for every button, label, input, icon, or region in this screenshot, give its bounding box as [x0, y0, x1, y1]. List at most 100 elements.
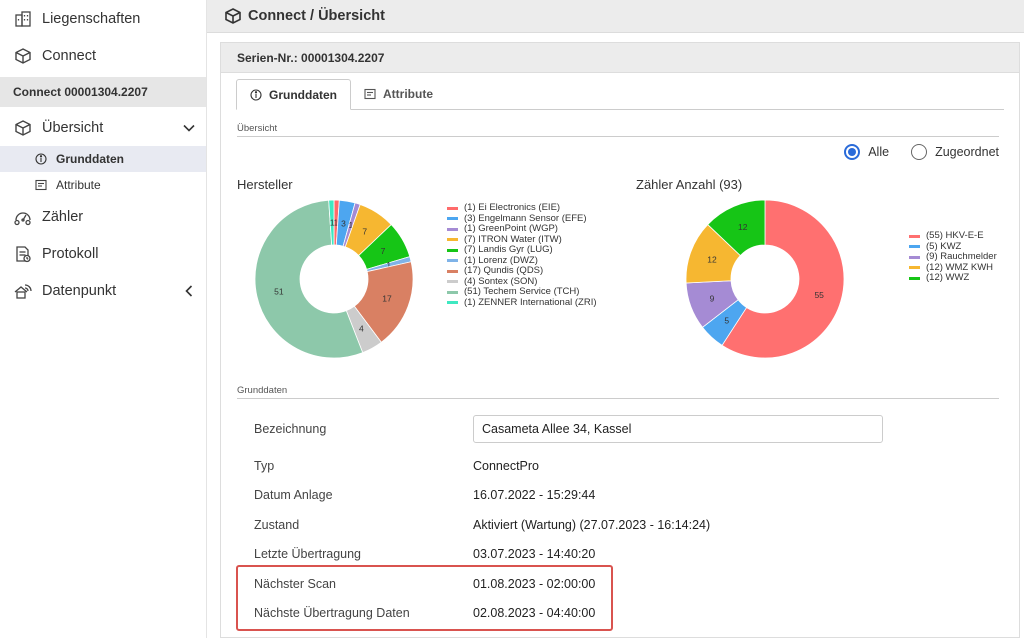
zustand-value: Aktiviert (Wartung) (27.07.2023 - 16:14:… — [473, 518, 711, 532]
nav-datenpunkt[interactable]: Datenpunkt — [0, 272, 206, 309]
tab-attribute[interactable]: Attribute — [351, 78, 446, 109]
sidebar: Liegenschaften Connect Connect 00001304.… — [0, 0, 207, 638]
nav-label: Datenpunkt — [42, 282, 117, 299]
chevron-left-icon[interactable] — [182, 284, 196, 298]
legend-swatch — [447, 290, 458, 294]
page-title: Connect / Übersicht — [248, 8, 385, 24]
filter-radio-group: Alle Zugeordnet — [822, 144, 999, 160]
grunddaten-divider — [237, 398, 999, 399]
legend-label: (51) Techem Service (TCH) — [464, 286, 580, 297]
slice-label: 17 — [382, 294, 392, 304]
radio-circle — [844, 144, 861, 160]
document-icon — [13, 244, 33, 264]
nav-label: Protokoll — [42, 245, 99, 262]
hersteller-legend: (1) Ei Electronics (EIE) (3) Engelmann Se… — [447, 202, 597, 309]
serial-number: Serien-Nr.: 00001304.2207 — [221, 43, 1019, 73]
list-icon — [35, 179, 47, 191]
legend-item[interactable]: (1) GreenPoint (WGP) — [447, 223, 597, 235]
nav-label: Liegenschaften — [42, 10, 141, 27]
hersteller-donut-chart: 1 3 1771174511 — [254, 199, 414, 359]
legend-swatch — [909, 276, 920, 280]
content-card: Serien-Nr.: 00001304.2207 Grunddaten Att… — [220, 42, 1020, 638]
legend-label: (17) Qundis (QDS) — [464, 265, 544, 276]
info-icon — [35, 153, 47, 165]
tab-bar: Grunddaten Attribute — [236, 77, 1004, 110]
nav-connect[interactable]: Connect — [0, 37, 206, 74]
radio-label: Zugeordnet — [935, 145, 999, 159]
radio-zugeordnet[interactable]: Zugeordnet — [911, 144, 999, 160]
legend-item[interactable]: (51) Techem Service (TCH) — [447, 286, 597, 298]
legend-label: (7) Landis Gyr (LUG) — [464, 244, 553, 255]
legend-swatch — [447, 269, 458, 273]
slice-label: 12 — [738, 222, 748, 232]
nav-label: Übersicht — [42, 119, 104, 136]
info-icon — [250, 88, 262, 101]
nav-zaehler[interactable]: Zähler — [0, 198, 206, 235]
typ-value: ConnectPro — [473, 459, 540, 473]
legend-swatch — [909, 245, 920, 249]
legend-item[interactable]: (55) HKV-E-E — [909, 230, 997, 242]
legend-item[interactable]: (1) ZENNER International (ZRI) — [447, 296, 597, 309]
legend-swatch — [447, 259, 458, 263]
tab-grunddaten[interactable]: Grunddaten — [236, 79, 351, 110]
tab-label: Grunddaten — [269, 87, 337, 102]
slice-label: 12 — [707, 254, 717, 264]
sidebar-item-attribute[interactable]: Attribute — [0, 172, 206, 198]
nav-uebersicht[interactable]: Übersicht — [0, 109, 206, 146]
cube-icon — [224, 7, 242, 25]
legend-item[interactable]: (1) Ei Electronics (EIE) — [447, 202, 597, 214]
legend-swatch — [447, 227, 458, 231]
bezeichnung-input[interactable] — [473, 415, 883, 443]
legend-swatch — [447, 206, 458, 210]
building-icon — [13, 9, 33, 29]
legend-label: (1) GreenPoint (WGP) — [464, 223, 558, 234]
list-icon — [364, 88, 376, 100]
overview-divider — [237, 136, 999, 137]
cube-icon — [13, 46, 33, 66]
legend-label: (1) Ei Electronics (EIE) — [464, 202, 561, 213]
nav-label: Connect — [42, 47, 97, 64]
radio-alle[interactable]: Alle — [844, 144, 889, 160]
letzte-uebertragung-value: 03.07.2023 - 14:40:20 — [473, 547, 596, 561]
nav-liegenschaften[interactable]: Liegenschaften — [0, 0, 206, 37]
legend-swatch — [447, 217, 458, 221]
zaehler-donut-chart: 55591212 — [685, 199, 845, 359]
slice-label: 55 — [814, 290, 824, 300]
datum-anlage-value: 16.07.2022 - 15:29:44 — [473, 488, 596, 502]
legend-swatch — [447, 301, 458, 305]
meter-icon — [13, 207, 33, 227]
slice-label: 51 — [274, 286, 284, 296]
typ-label: Typ — [254, 459, 275, 473]
slice-label: 3 — [341, 218, 346, 228]
chevron-down-icon[interactable] — [182, 121, 196, 135]
connect-header: Connect 00001304.2207 — [0, 77, 206, 107]
slice-label: 7 — [362, 227, 367, 237]
legend-swatch — [909, 255, 920, 259]
legend-label: (9) Rauchmelder — [926, 251, 997, 262]
slice-label: 4 — [359, 323, 364, 333]
sub-label: Attribute — [56, 178, 101, 192]
sidebar-item-grunddaten[interactable]: Grunddaten — [0, 146, 206, 172]
overview-section-label: Übersicht — [237, 123, 278, 134]
legend-swatch — [909, 266, 920, 270]
page-header: Connect / Übersicht — [207, 0, 1024, 33]
sub-label: Grunddaten — [56, 152, 124, 166]
nav-protokoll[interactable]: Protokoll — [0, 235, 206, 272]
radio-circle — [911, 144, 928, 160]
legend-swatch — [447, 248, 458, 252]
legend-label: (1) ZENNER International (ZRI) — [464, 296, 597, 308]
radio-label: Alle — [868, 145, 890, 159]
highlight-box — [236, 565, 613, 631]
legend-item[interactable]: (9) Rauchmelder — [909, 251, 997, 263]
legend-item[interactable]: (17) Qundis (QDS) — [447, 265, 597, 277]
tab-label: Attribute — [383, 86, 433, 101]
bezeichnung-label: Bezeichnung — [254, 422, 327, 436]
legend-swatch — [909, 234, 920, 238]
legend-item[interactable]: (7) Landis Gyr (LUG) — [447, 244, 597, 256]
legend-item[interactable]: (12) WWZ — [909, 272, 997, 284]
slice-label: 5 — [724, 316, 729, 326]
legend-swatch — [447, 238, 458, 242]
slice-label: 7 — [381, 246, 386, 256]
slice-label: 1 — [330, 218, 335, 228]
slice-label: 9 — [710, 294, 715, 304]
